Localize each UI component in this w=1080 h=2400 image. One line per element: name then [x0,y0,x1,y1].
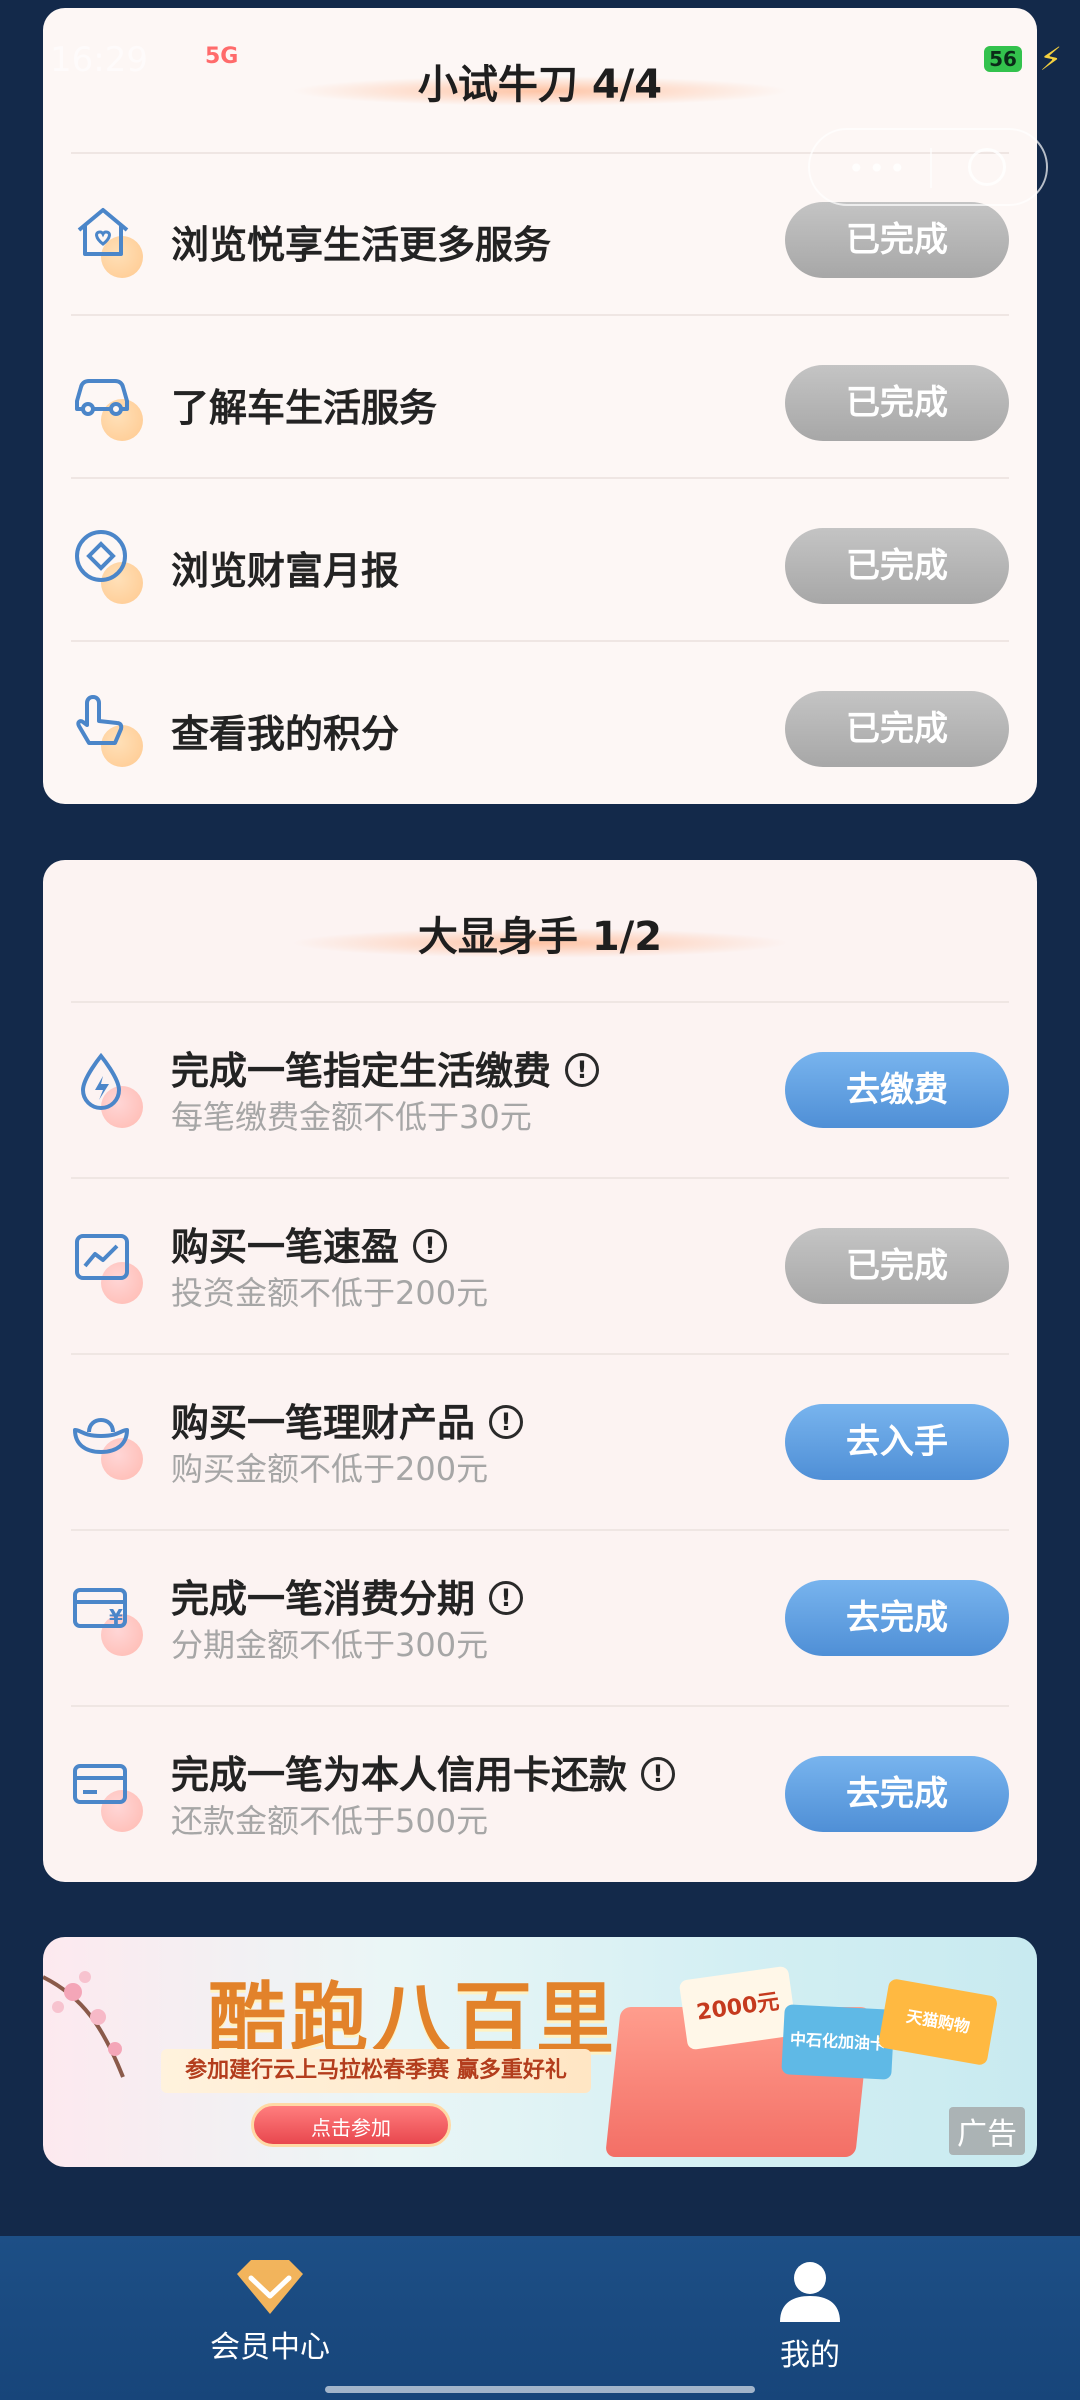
task-title-text: 完成一笔为本人信用卡还款 [171,1753,628,1797]
task-title-text: 购买一笔速盈 [171,1225,400,1269]
status-time: 16:29 [50,40,148,80]
coupon-fuel-card: 中石化加油卡 [781,2004,895,2080]
task-title: 购买一笔理财产品! [171,1392,524,1447]
charging-icon: ⚡ [1039,40,1062,78]
capsule-divider [930,148,932,188]
diamond-icon [237,2260,303,2314]
task-row: 完成一笔为本人信用卡还款! 还款金额不低于500元 去完成 [71,1744,1009,1844]
status-bar: 16:29 5G 56 ⚡ [0,0,1080,120]
promo-banner[interactable]: 酷跑八百里 参加建行云上马拉松春季赛 赢多重好礼 点击参加 2000元 中石化加… [43,1937,1037,2167]
car-icon [71,363,151,443]
hand-tap-icon [71,689,151,769]
task-title-text: 完成一笔消费分期 [171,1577,476,1621]
task-row: 购买一笔理财产品! 购买金额不低于200元 去入手 [71,1392,1009,1492]
tab-mine[interactable]: 我的 [660,2256,960,2374]
task-title: 购买一笔速盈! [171,1216,448,1271]
divider [71,1705,1009,1707]
divider [71,477,1009,479]
close-capsule-icon[interactable] [968,148,1006,186]
repay-card-button[interactable]: 去完成 [785,1756,1009,1832]
section-title-text: 大显身手 1/2 [417,914,663,960]
task-subtitle: 分期金额不低于300元 [171,1626,489,1664]
plum-blossom-icon [43,1971,125,2078]
tab-label: 我的 [780,2338,840,2373]
svg-text:¥: ¥ [109,1605,123,1629]
banner-ribbon: 参加建行云上马拉松春季赛 赢多重好礼 [161,2049,591,2093]
task-row: 购买一笔速盈! 投资金额不低于200元 已完成 [71,1216,1009,1316]
battery-icon: 56 [984,46,1022,72]
info-icon[interactable]: ! [489,1404,524,1439]
info-icon[interactable]: ! [565,1052,600,1087]
info-icon[interactable]: ! [641,1756,676,1791]
card-yuan-icon: ¥ [71,1578,151,1658]
section-title: 大显身手 1/2 [43,904,1037,962]
coupon-tmall: 天猫购物 [877,1977,999,2067]
credit-card-icon [71,1754,151,1834]
mini-program-capsule: ••• [808,128,1048,206]
task-row: 了解车生活服务 已完成 [71,363,1009,443]
user-icon [780,2262,840,2322]
divider [71,314,1009,316]
task-done-button[interactable]: 已完成 [785,202,1009,278]
banner-join-button[interactable]: 点击参加 [251,2103,451,2147]
water-drop-bolt-icon [71,1050,151,1130]
info-icon[interactable]: ! [413,1228,448,1263]
task-title: 完成一笔为本人信用卡还款! [171,1744,676,1799]
buy-product-button[interactable]: 去入手 [785,1404,1009,1480]
pay-bill-button[interactable]: 去缴费 [785,1052,1009,1128]
divider [71,640,1009,642]
task-title: 查看我的积分 [171,712,400,756]
task-title: 完成一笔消费分期! [171,1568,524,1623]
task-title: 浏览财富月报 [171,549,400,593]
more-menu-icon[interactable]: ••• [848,152,910,185]
task-subtitle: 每笔缴费金额不低于30元 [171,1098,532,1136]
divider [71,1353,1009,1355]
chart-line-icon [71,1226,151,1306]
task-title-text: 购买一笔理财产品 [171,1401,476,1445]
task-title: 浏览悦享生活更多服务 [171,223,552,267]
installment-button[interactable]: 去完成 [785,1580,1009,1656]
task-row: 浏览财富月报 已完成 [71,526,1009,606]
task-row: 完成一笔指定生活缴费! 每笔缴费金额不低于30元 去缴费 [71,1040,1009,1140]
task-subtitle: 投资金额不低于200元 [171,1274,489,1312]
task-title-text: 完成一笔指定生活缴费 [171,1049,552,1093]
task-card-advanced: 大显身手 1/2 完成一笔指定生活缴费! 每笔缴费金额不低于30元 去缴费 购买… [43,860,1037,1882]
tab-member-center[interactable]: 会员中心 [120,2256,420,2366]
network-indicator: 5G [205,44,239,69]
task-row: ¥ 完成一笔消费分期! 分期金额不低于300元 去完成 [71,1568,1009,1668]
task-done-button[interactable]: 已完成 [785,365,1009,441]
task-row: 浏览悦享生活更多服务 已完成 [71,200,1009,280]
diamond-coin-icon [71,526,151,606]
info-icon[interactable]: ! [489,1580,524,1615]
task-done-button[interactable]: 已完成 [785,528,1009,604]
divider [71,1529,1009,1531]
house-heart-icon [71,200,151,280]
task-done-button[interactable]: 已完成 [785,691,1009,767]
divider [71,1001,1009,1003]
task-done-button[interactable]: 已完成 [785,1228,1009,1304]
bottom-tab-bar: 会员中心 我的 [0,2236,1080,2400]
tab-label: 会员中心 [210,2330,330,2365]
task-subtitle: 还款金额不低于500元 [171,1802,489,1840]
task-title: 完成一笔指定生活缴费! [171,1040,600,1095]
home-indicator[interactable] [325,2386,755,2393]
task-subtitle: 购买金额不低于200元 [171,1450,489,1488]
task-row: 查看我的积分 已完成 [71,689,1009,769]
gold-ingot-icon [71,1402,151,1482]
divider [71,1177,1009,1179]
ad-label: 广告 [949,2107,1025,2155]
task-title: 了解车生活服务 [171,386,438,430]
